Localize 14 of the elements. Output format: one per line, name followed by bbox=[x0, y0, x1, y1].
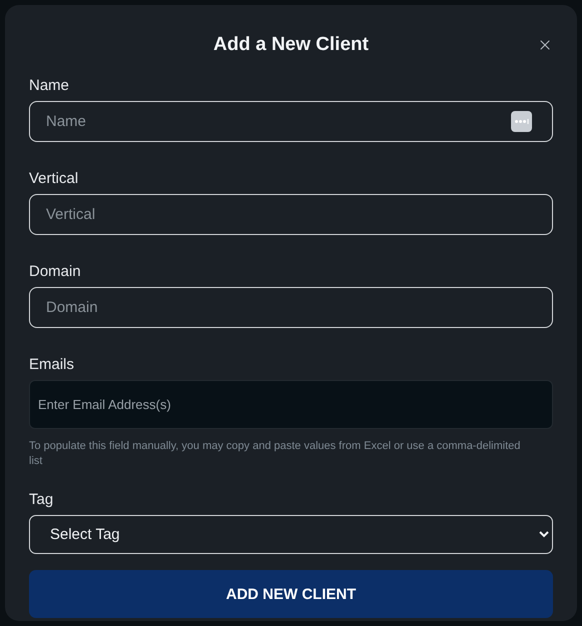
field-label: Domain bbox=[29, 263, 82, 280]
field-label: Tag bbox=[29, 491, 54, 508]
text-field[interactable]: Name bbox=[29, 101, 553, 142]
tag-select[interactable]: Select Tag bbox=[29, 515, 553, 554]
text-field[interactable]: Domain bbox=[29, 287, 553, 328]
field-label: Name bbox=[29, 77, 70, 94]
submit-button[interactable]: ADD NEW CLIENT bbox=[29, 570, 553, 618]
autofill-icon[interactable] bbox=[511, 111, 532, 132]
field-label: Emails bbox=[29, 356, 76, 373]
email-field[interactable]: Enter Email Address(s) bbox=[29, 380, 553, 429]
text-field[interactable]: Vertical bbox=[29, 194, 553, 235]
help-text: To populate this field manually, you may copy and paste values from Excel or use a comma-delimited list bbox=[29, 439, 522, 469]
field-label: Vertical bbox=[29, 170, 80, 187]
dialog-title: Add a New Client bbox=[213, 34, 369, 56]
